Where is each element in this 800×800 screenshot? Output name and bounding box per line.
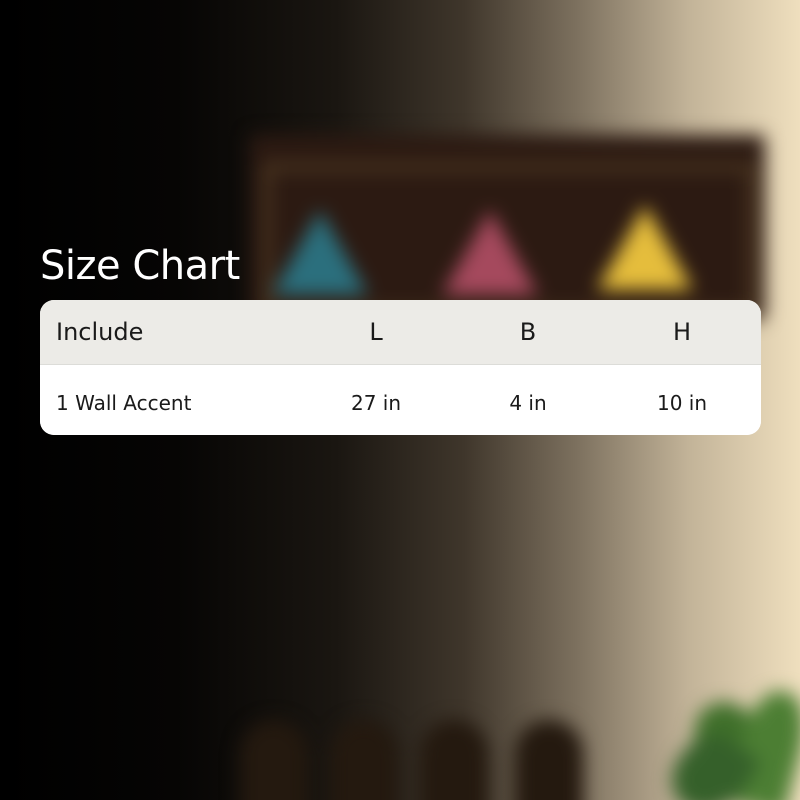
column-header-length: L [369,318,383,346]
cell-height: 10 in [656,391,708,415]
teal-triangle-shape [272,210,368,295]
blurred-text-2 [62,108,75,149]
size-chart-title: Size Chart [40,243,240,289]
figurine-shape [240,720,308,800]
column-header-include: Include [56,318,144,346]
yellow-triangle-shape [597,205,693,290]
cell-length: 27 in [350,391,402,415]
figurine-shape [515,720,583,800]
blurred-text-5 [62,540,73,578]
column-header-height: H [672,318,692,346]
table-row: 1 Wall Accent 27 in 4 in 10 in [40,365,761,435]
cell-include: 1 Wall Accent [56,391,192,415]
figurine-shape [330,720,398,800]
table-header-row: Include L B H [40,300,761,365]
pink-triangle-shape [442,210,538,295]
blurred-text-3 [62,185,73,223]
blurred-text-6 [62,578,74,618]
blurred-text-4 [62,460,74,500]
column-header-breadth: B [519,318,537,346]
figurine-shape [420,720,488,800]
blurred-text-1 [62,70,73,108]
size-chart-table: Include L B H 1 Wall Accent 27 in 4 in 1… [40,300,761,435]
cell-breadth: 4 in [509,391,547,415]
